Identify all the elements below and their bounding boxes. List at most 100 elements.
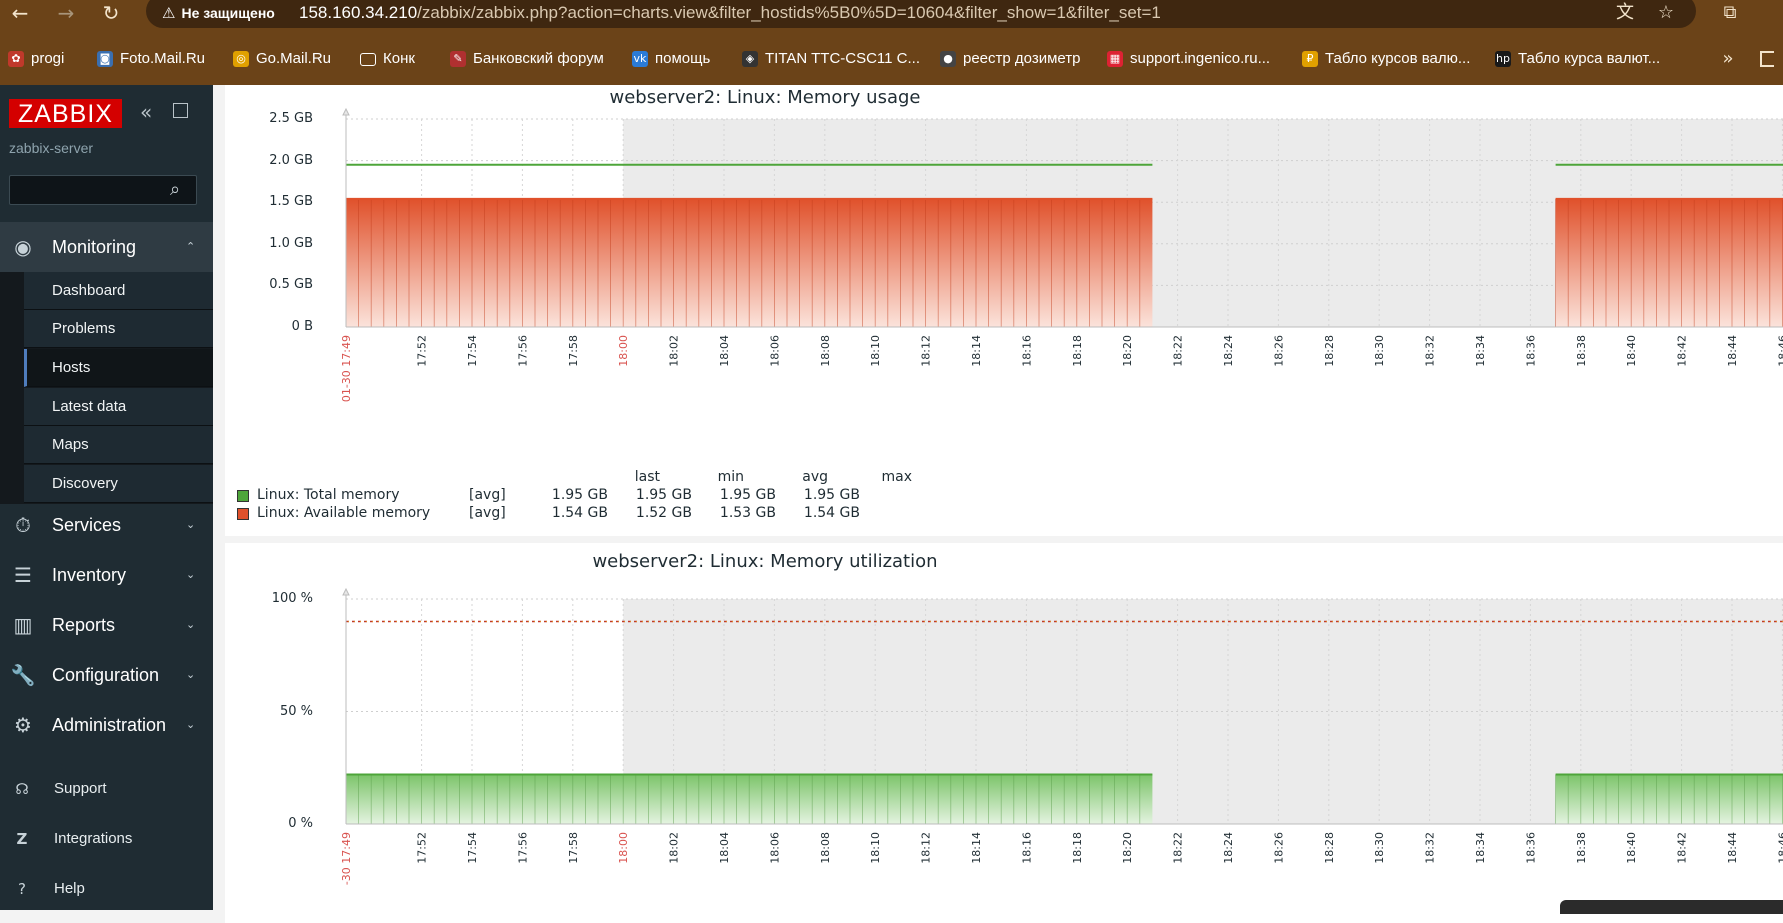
bookmark-label: помощь	[655, 50, 711, 67]
menu-reports[interactable]: ▥ Reports ⌄	[0, 600, 213, 650]
x-tick-label: 18:34	[1474, 832, 1487, 864]
link-support[interactable]: ☊ Support	[0, 769, 213, 809]
bookmark-item[interactable]: ◈ TITAN TTC-CSC11 С...	[742, 44, 920, 74]
menu-item-problems[interactable]: Problems	[24, 310, 213, 348]
legend-row-available-memory: Linux: Available memory [avg] 1.54 GB 1.…	[237, 505, 1037, 522]
reading-list-icon[interactable]	[1760, 51, 1774, 67]
x-tick-label: 18:32	[1424, 335, 1437, 367]
x-tick-label: 18:30	[1373, 832, 1386, 864]
kiosk-mode-icon[interactable]	[173, 103, 188, 118]
menu-item-hosts[interactable]: Hosts	[24, 349, 213, 387]
bookmark-item[interactable]: ₽ Табло курсов валю...	[1302, 44, 1470, 74]
x-tick-label: 18:10	[869, 832, 882, 864]
menu-administration[interactable]: ⚙ Administration ⌄	[0, 700, 213, 750]
vk-icon: vk	[632, 51, 648, 67]
bookmark-item[interactable]: ◙ Foto.Mail.Ru	[97, 44, 205, 74]
collapse-sidebar-icon[interactable]: «	[140, 102, 152, 122]
search-icon[interactable]: ⌕	[170, 179, 180, 200]
link-help[interactable]: ? Help	[0, 869, 213, 909]
hp-icon: hp	[1495, 51, 1511, 67]
bookmark-label: реестр дозиметр	[963, 50, 1081, 67]
bookmark-item[interactable]: vk помощь	[632, 44, 710, 74]
globe-icon: ●	[940, 51, 956, 67]
chevron-down-icon: ⌄	[186, 518, 196, 531]
bookmark-item[interactable]: ▦ support.ingenico.ru...	[1107, 44, 1270, 74]
x-tick-label: 18:46	[1776, 335, 1783, 367]
x-tick-label: 18:42	[1676, 832, 1689, 864]
x-tick-label: 18:36	[1524, 335, 1537, 367]
bookmark-item[interactable]: ◎ Go.Mail.Ru	[233, 44, 331, 74]
y-axis-arrow	[342, 107, 350, 116]
x-tick-label: 18:44	[1726, 335, 1739, 367]
extensions-icon[interactable]: ⧉	[1715, 0, 1745, 26]
reload-icon[interactable]: ↻	[95, 0, 127, 26]
bookmark-item[interactable]: ● реестр дозиметр	[940, 44, 1080, 74]
coin-icon: ₽	[1302, 51, 1318, 67]
server-name: zabbix-server	[9, 140, 94, 156]
progi-icon: ✿	[8, 51, 24, 67]
forward-arrow-icon[interactable]: →	[50, 0, 82, 26]
x-tick-label: 18:12	[920, 832, 933, 864]
x-tick-label: 18:12	[920, 335, 933, 367]
menu-inventory[interactable]: ☰ Inventory ⌄	[0, 550, 213, 600]
x-tick-label: 17:54	[466, 335, 479, 367]
x-tick-label: 17:52	[416, 832, 429, 864]
x-tick-label: 18:16	[1020, 832, 1033, 864]
x-tick-label: 18:34	[1474, 335, 1487, 367]
x-tick-label: 18:06	[768, 335, 781, 367]
chevron-down-icon: ⌄	[186, 618, 196, 631]
legend-header-max: max	[881, 469, 912, 485]
translate-icon[interactable]: 文	[1610, 0, 1640, 26]
menu-item-discovery[interactable]: Discovery	[24, 465, 213, 503]
y-axis-arrow	[342, 587, 350, 596]
bookmark-label: Банковский форум	[473, 50, 604, 67]
graph-memory-usage: webserver2: Linux: Memory usage 0 B 0.5 G…	[225, 85, 1783, 536]
back-arrow-icon[interactable]: ←	[4, 0, 36, 26]
sidebar-search-input[interactable]	[9, 175, 197, 205]
help-icon: ?	[18, 880, 26, 898]
bookmark-item[interactable]: ✎ Банковский форум	[450, 44, 604, 74]
link-integrations[interactable]: Z Integrations	[0, 819, 213, 859]
security-label: Не защищено	[181, 5, 275, 21]
menu-configuration[interactable]: 🔧 Configuration ⌄	[0, 650, 213, 700]
chevron-down-icon: ⌄	[186, 668, 196, 681]
security-indicator[interactable]: ⚠ Не защищено	[153, 0, 284, 26]
url-text[interactable]: 158.160.34.210/zabbix/zabbix.php?action=…	[299, 0, 1161, 26]
x-tick-label: 18:02	[668, 335, 681, 367]
menu-item-dashboard[interactable]: Dashboard	[24, 272, 213, 310]
menu-services[interactable]: ⏱ Services ⌄	[0, 500, 213, 550]
list-icon: ☰	[14, 563, 32, 587]
bookmark-label: Табло курса валют...	[1518, 50, 1661, 67]
bookmark-label: progi	[31, 50, 65, 67]
gear-icon: ⚙	[14, 713, 32, 737]
zabbix-logo[interactable]: ZABBIX	[9, 99, 122, 128]
menu-item-latest-data[interactable]: Latest data	[24, 388, 213, 426]
bookmark-item[interactable]: Конк	[360, 44, 415, 74]
monitoring-submenu: Dashboard Problems Hosts Latest data Map…	[0, 272, 213, 504]
main-content: webserver2: Linux: Memory usage 0 B 0.5 G…	[213, 85, 1783, 923]
more-bookmarks-icon[interactable]: »	[1713, 46, 1743, 72]
x-tick-label: 18:04	[718, 832, 731, 864]
x-tick-label: 18:18	[1071, 832, 1084, 864]
legend-header-min: min	[717, 469, 744, 485]
x-tick-label: 18:08	[819, 832, 832, 864]
x-tick-label: 18:22	[1172, 335, 1185, 367]
bookmark-item[interactable]: hp Табло курса валют...	[1495, 44, 1660, 74]
x-tick-label: 17:52	[416, 335, 429, 367]
menu-monitoring[interactable]: ◉ Monitoring ⌃	[0, 222, 213, 272]
eye-icon: ◉	[14, 235, 32, 259]
x-tick-label: 18:20	[1121, 335, 1134, 367]
x-tick-label: 18:40	[1625, 832, 1638, 864]
bookmark-item[interactable]: ✿ progi	[8, 44, 64, 74]
x-tick-label: 18:10	[869, 335, 882, 367]
chevron-down-icon: ⌄	[186, 718, 196, 731]
legend-swatch	[237, 508, 249, 520]
bookmark-label: Конк	[383, 50, 415, 67]
x-tick-label: 18:36	[1524, 832, 1537, 864]
star-icon[interactable]: ☆	[1651, 0, 1681, 26]
bookmark-label: TITAN TTC-CSC11 С...	[765, 50, 921, 67]
menu-item-maps[interactable]: Maps	[24, 426, 213, 464]
address-bar[interactable]: ⚠ Не защищено 158.160.34.210/zabbix/zabb…	[146, 0, 1696, 28]
x-tick-label: 18:26	[1272, 832, 1285, 864]
chevron-up-icon: ⌃	[186, 240, 196, 253]
